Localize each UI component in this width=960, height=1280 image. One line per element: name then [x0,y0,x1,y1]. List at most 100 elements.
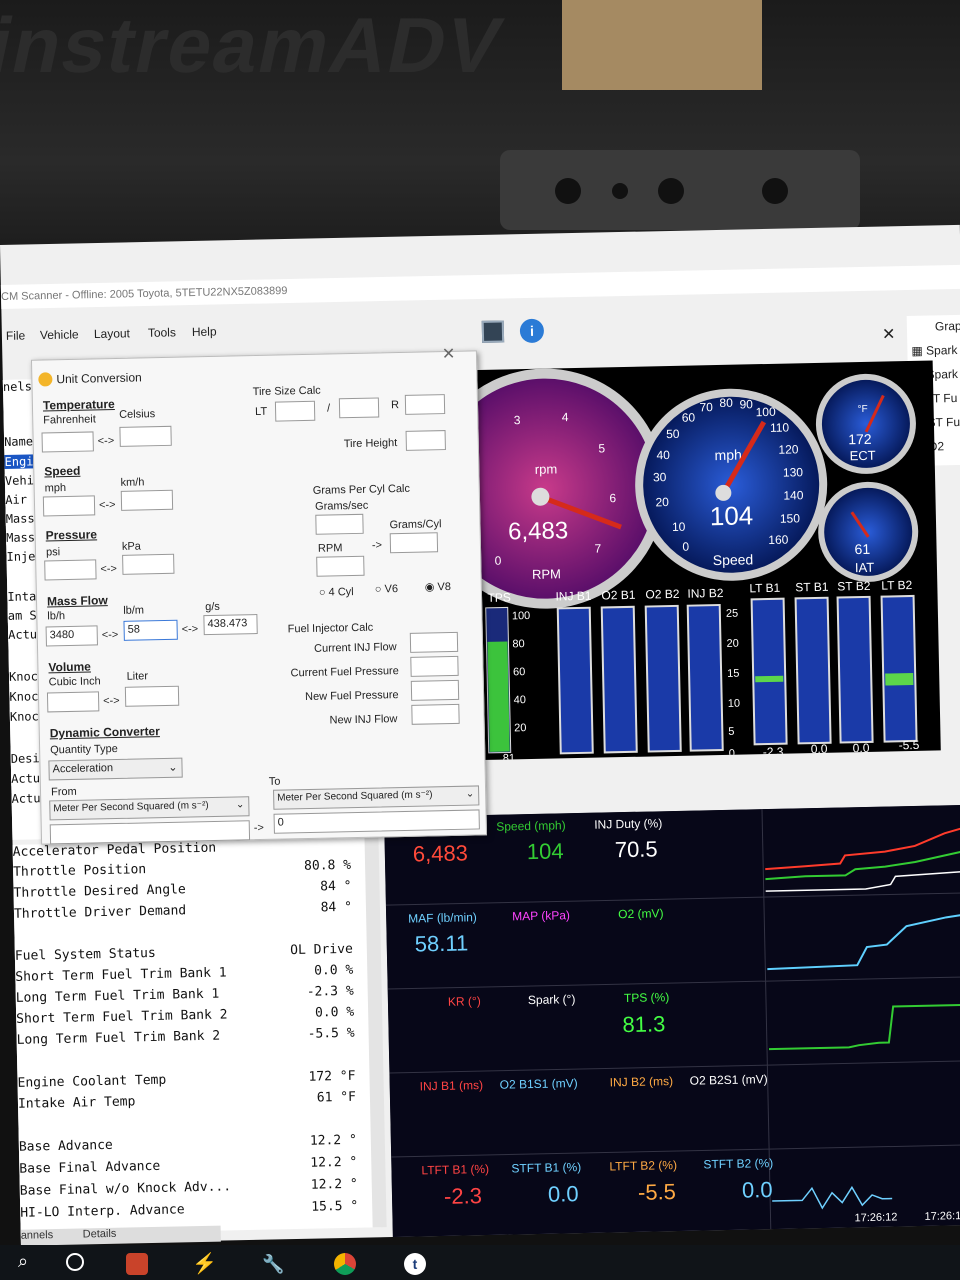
graph-svg: Speed (mph) INJ Duty (%) 6,483 104 70.5 … [384,804,960,1237]
mass-flow-lbh-input[interactable]: 3480 [45,625,98,647]
inj-tick: 0 [729,748,735,760]
pressure-section: Pressure [45,527,98,543]
taskbar: ⌕ ⚡ 🔧 t [0,1245,960,1280]
row-name: Long Term Fuel Trim Bank 2 [16,1028,221,1048]
t-app-icon[interactable]: t [404,1253,426,1275]
radio-label: V8 [437,580,452,594]
trim-bar-label: ST B1 [795,580,829,595]
arrow-label: <-> [103,694,120,708]
inj-tick: 15 [727,668,739,680]
menu-layout[interactable]: Layout [94,326,130,341]
tire-r-label: R [390,399,400,412]
mass-flow-lbm-input[interactable]: 58 [123,619,178,641]
tire-size-section: Tire Size Calc [252,384,321,399]
security-app-icon[interactable] [126,1253,148,1275]
quantity-type-select[interactable]: Acceleration ⌄ [48,757,183,781]
graph-label: MAP (kPa) [512,908,570,923]
grams-sec-input[interactable] [315,513,364,535]
to-value-input[interactable]: 0 [273,809,480,834]
speed-tick: 150 [780,511,801,525]
tire-width-input[interactable] [274,400,316,422]
task-view-icon[interactable] [66,1253,84,1271]
radio-4cyl[interactable]: ○ 4 Cyl [319,586,354,599]
radio-v6[interactable]: ○ V6 [375,583,398,595]
volume-from-unit: Cubic Inch [48,675,101,689]
bezel-brand: instreamADV [0,1,512,89]
menu-file[interactable]: File [6,328,26,342]
tire-rim-input[interactable] [404,394,446,415]
tab-details[interactable]: Details [83,1228,117,1241]
row-value: 61 °F [316,1089,357,1106]
save-icon[interactable] [481,320,505,343]
row-value: 172 °F [308,1068,356,1085]
row-value: 12.2 ° [310,1176,358,1193]
graph-value: 104 [527,838,564,864]
temperature-to-unit: Celsius [119,408,156,421]
rpm-input[interactable] [316,555,365,577]
tab-channels[interactable]: annels [21,1229,54,1242]
chrome-icon[interactable] [334,1253,356,1275]
tire-height-input[interactable] [405,430,446,451]
graph-label: KR (°) [448,994,481,1009]
tire-aspect-input[interactable] [338,397,380,419]
radio-v8[interactable]: ◉ V8 [425,580,451,594]
menu-vehicle[interactable]: Vehicle [40,327,79,342]
speed-to-input[interactable] [120,489,174,511]
current-fuel-pressure-label: Current Fuel Pressure [290,665,399,680]
rpm-value: 6,483 [508,517,569,545]
speed-tick: 70 [699,400,713,414]
row-name: Throttle Desired Angle [13,882,186,901]
cardboard-piece [562,0,762,90]
speed-from-unit: mph [44,482,67,495]
fuel-injector-section: Fuel Injector Calc [287,621,374,636]
current-fuel-pressure-input[interactable] [410,655,459,677]
rpm-tick: 3 [514,413,521,427]
volume-to-input[interactable] [124,685,180,707]
chevron-down-icon: ⌄ [465,788,475,800]
info-icon[interactable]: i [519,318,545,344]
speed-from-input[interactable] [42,495,96,517]
st-b2-bar [836,595,874,744]
dialog-app-icon [38,372,53,387]
temperature-to-input[interactable] [119,425,172,447]
current-inj-flow-input[interactable] [409,631,459,653]
rpm-unit: rpm [535,461,558,476]
pressure-to-input[interactable] [122,553,175,575]
speed-value: 104 [710,500,754,531]
from-value-input[interactable] [49,820,251,845]
close-icon[interactable]: ✕ [882,324,896,344]
to-unit-select[interactable]: Meter Per Second Squared (m s⁻²) ⌄ [273,785,480,810]
grams-cyl-input[interactable] [389,532,439,554]
graph-label: TPS (%) [624,990,670,1005]
tps-value: 81 [503,752,515,760]
new-fuel-pressure-label: New Fuel Pressure [304,689,399,704]
temperature-from-input[interactable] [41,431,94,453]
row-value: 0.0 % [314,1004,355,1021]
graph-panel: Speed (mph) INJ Duty (%) 6,483 104 70.5 … [384,804,960,1237]
from-unit-select[interactable]: Meter Per Second Squared (m s⁻²) ⌄ [49,796,250,821]
dialog-close-icon[interactable]: ✕ [442,344,456,364]
wrench-icon[interactable]: 🔧 [262,1253,284,1275]
row-value: 12.2 ° [309,1132,357,1149]
new-fuel-pressure-input[interactable] [410,679,460,701]
rpm-label: RPM [317,542,343,555]
chevron-down-icon: ⌄ [168,761,178,774]
iat-label: IAT [855,560,875,575]
lightning-app-icon[interactable]: ⚡ [192,1253,217,1275]
row-name: Throttle Position [12,862,147,880]
speed-tick: 10 [672,520,686,534]
quantity-type-label: Quantity Type [50,742,118,757]
menu-help[interactable]: Help [192,324,217,339]
graph-value: 0.0 [548,1181,579,1207]
row-value: -2.3 % [306,983,354,1000]
new-inj-flow-input[interactable] [411,703,460,725]
window-title: CM Scanner - Offline: 2005 Toyota, 5TETU… [0,264,960,309]
mass-flow-gs-input[interactable]: 438.473 [203,614,258,636]
inj-bar-label: INJ B1 [555,589,592,604]
menu-tools[interactable]: Tools [148,325,176,340]
graph-label: O2 (mV) [618,906,664,921]
right-list-item[interactable]: ▦ Spark [911,343,957,358]
search-icon[interactable]: ⌕ [18,1251,28,1272]
volume-from-input[interactable] [46,691,100,713]
pressure-from-input[interactable] [44,559,97,581]
